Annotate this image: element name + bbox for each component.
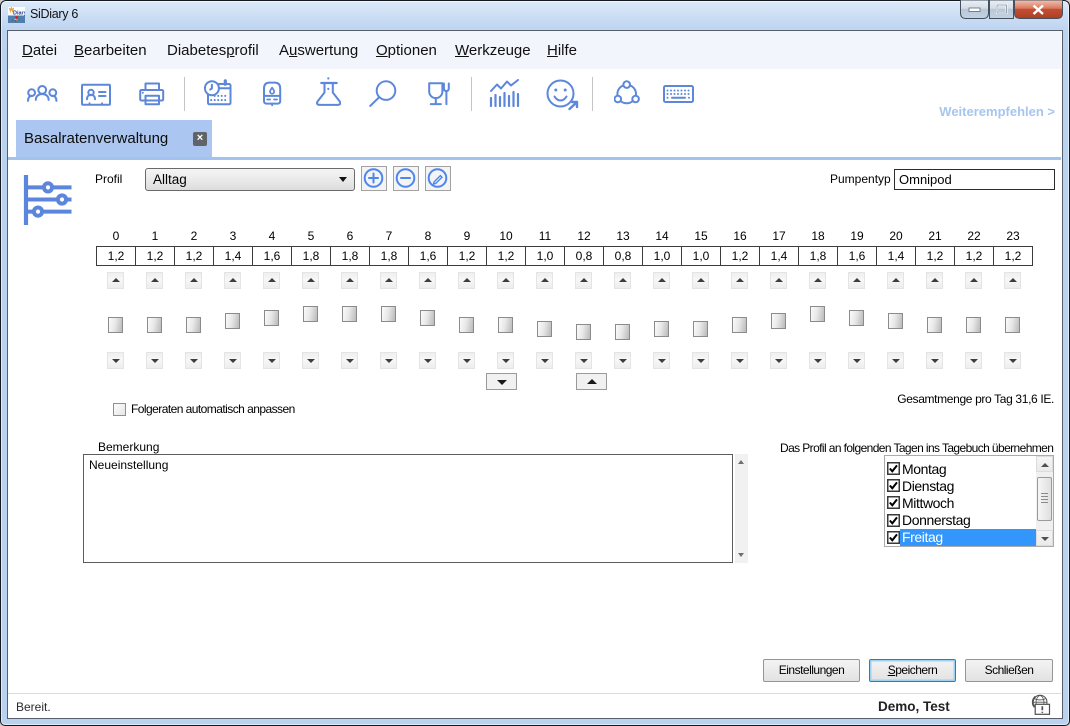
svg-text:Diary: Diary bbox=[13, 11, 25, 17]
